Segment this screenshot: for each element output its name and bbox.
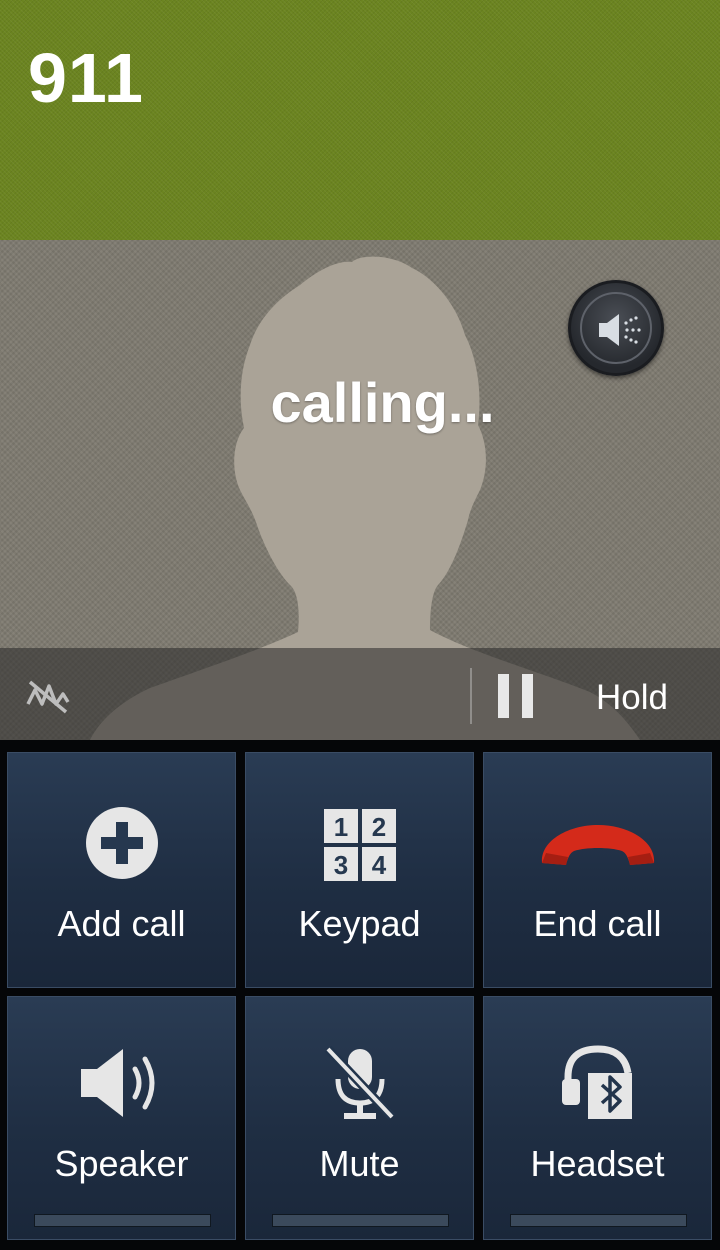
hold-divider — [470, 668, 472, 724]
phone-hangup-icon — [541, 825, 654, 865]
keypad-digit-1: 1 — [333, 812, 347, 842]
keypad-button[interactable]: 1 2 3 4 Keypad — [245, 752, 474, 988]
keypad-label: Keypad — [298, 903, 421, 944]
headset-label: Headset — [530, 1143, 665, 1184]
headset-button[interactable]: Headset — [483, 996, 712, 1240]
speaker-indicator — [34, 1214, 211, 1227]
microphone-off-icon — [324, 1045, 395, 1121]
keypad-digit-2: 2 — [371, 812, 385, 842]
keypad-icon: 1 2 3 4 — [323, 809, 396, 881]
add-call-label: Add call — [57, 903, 186, 944]
speaker-icon — [80, 1049, 154, 1117]
caller-photo-area: calling... Hold — [0, 240, 720, 740]
mute-label: Mute — [319, 1143, 400, 1184]
end-call-label: End call — [533, 903, 662, 944]
plus-circle-icon — [85, 807, 158, 879]
add-call-button[interactable]: Add call — [7, 752, 236, 988]
speaker-button[interactable]: Speaker — [7, 996, 236, 1240]
signal-off-icon — [26, 680, 70, 714]
hold-bar: Hold — [0, 648, 720, 740]
call-controls: Add call 1 2 3 4 Keypad End call Speaker… — [0, 740, 720, 1250]
pause-icon[interactable] — [498, 674, 534, 718]
volume-button[interactable] — [568, 280, 664, 376]
call-status: calling... — [270, 371, 495, 434]
caller-header: 911 — [0, 0, 720, 240]
mute-indicator — [272, 1214, 449, 1227]
bluetooth-headset-icon — [561, 1045, 632, 1119]
headset-indicator — [510, 1214, 687, 1227]
phone-number: 911 — [28, 39, 144, 117]
end-call-button[interactable]: End call — [483, 752, 712, 988]
hold-button[interactable]: Hold — [596, 678, 668, 718]
keypad-digit-3: 3 — [333, 850, 347, 880]
speaker-volume-icon — [599, 314, 641, 346]
speaker-label: Speaker — [54, 1143, 189, 1184]
mute-button[interactable]: Mute — [245, 996, 474, 1240]
keypad-digit-4: 4 — [371, 850, 386, 880]
